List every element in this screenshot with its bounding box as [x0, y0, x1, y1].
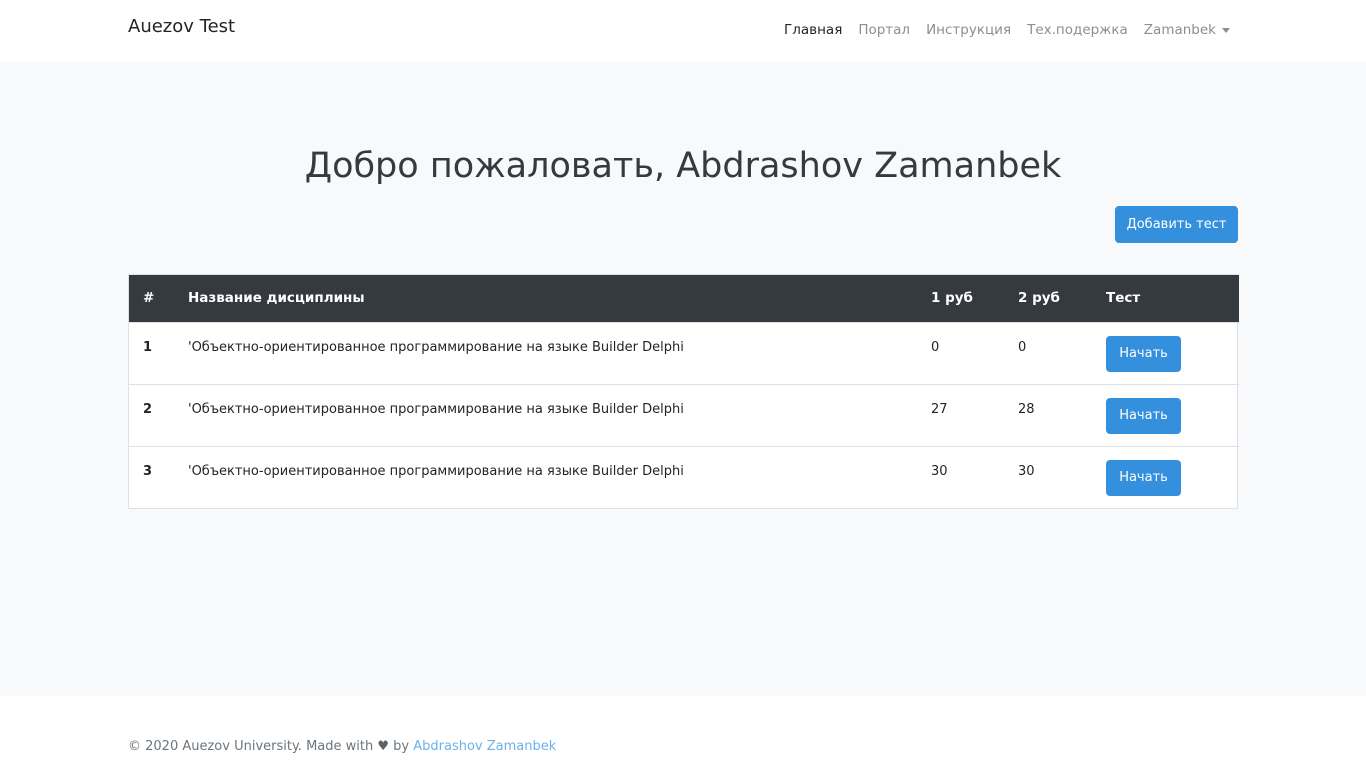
nav-item-instructions[interactable]: Инструкция	[926, 22, 1011, 38]
action-cell: Начать	[1092, 446, 1239, 508]
page-title: Добро пожаловать, Abdrashov Zamanbek	[304, 146, 1062, 186]
heart-icon: ♥	[377, 739, 390, 754]
table-header-row: # Название дисциплины 1 руб 2 руб Тест	[129, 275, 1239, 322]
start-test-button[interactable]: Начать	[1106, 335, 1181, 372]
footer-by: by	[393, 739, 410, 754]
nav-menu: Главная Портал Инструкция Тех.подержка Z…	[784, 22, 1230, 38]
r1-score: 27	[931, 401, 948, 417]
r2-score: 30	[1018, 463, 1035, 479]
r2-score: 28	[1018, 401, 1035, 417]
column-header-test: Тест	[1106, 290, 1141, 307]
start-test-button[interactable]: Начать	[1106, 397, 1181, 434]
add-test-button[interactable]: Добавить тест	[1115, 206, 1238, 243]
footer-copyright: © 2020 Auezov University. Made with	[128, 739, 374, 754]
column-header-discipline: Название дисциплины	[188, 290, 365, 307]
action-cell: Начать	[1092, 384, 1239, 446]
user-dropdown[interactable]: Zamanbek	[1144, 22, 1230, 38]
row-number: 2	[143, 401, 153, 417]
footer: © 2020 Auezov University. Made with ♥ by…	[0, 696, 1366, 768]
r1-score: 0	[931, 339, 940, 355]
main-content: Добро пожаловать, Abdrashov Zamanbek Доб…	[0, 62, 1366, 696]
brand-link[interactable]: Auezov Test	[128, 16, 235, 37]
discipline-name: 'Объектно-ориентированное программирован…	[188, 339, 684, 355]
footer-text: © 2020 Auezov University. Made with ♥ by…	[128, 739, 556, 754]
action-cell: Начать	[1092, 322, 1239, 384]
r1-score: 30	[931, 463, 948, 479]
row-number: 3	[143, 463, 153, 479]
discipline-name: 'Объектно-ориентированное программирован…	[188, 401, 684, 417]
caret-down-icon	[1222, 27, 1230, 33]
table-row: 3 'Объектно-ориентированное программиров…	[129, 446, 1239, 508]
navbar: Auezov Test Главная Портал Инструкция Те…	[0, 0, 1366, 62]
start-test-button[interactable]: Начать	[1106, 459, 1181, 496]
nav-item-home[interactable]: Главная	[784, 22, 842, 38]
nav-item-support[interactable]: Тех.подержка	[1027, 22, 1128, 38]
table-row: 1 'Объектно-ориентированное программиров…	[129, 322, 1239, 384]
table-row: 2 'Объектно-ориентированное программиров…	[129, 384, 1239, 446]
disciplines-table: # Название дисциплины 1 руб 2 руб Тест 1…	[128, 274, 1239, 509]
nav-item-portal[interactable]: Портал	[858, 22, 910, 38]
author-link[interactable]: Abdrashov Zamanbek	[413, 739, 556, 754]
discipline-name: 'Объектно-ориентированное программирован…	[188, 463, 684, 479]
row-number: 1	[143, 339, 153, 355]
user-name: Zamanbek	[1143, 22, 1216, 38]
column-header-r2: 2 руб	[1018, 290, 1060, 307]
column-header-r1: 1 руб	[931, 290, 973, 307]
column-header-number: #	[143, 290, 155, 307]
r2-score: 0	[1018, 339, 1027, 355]
